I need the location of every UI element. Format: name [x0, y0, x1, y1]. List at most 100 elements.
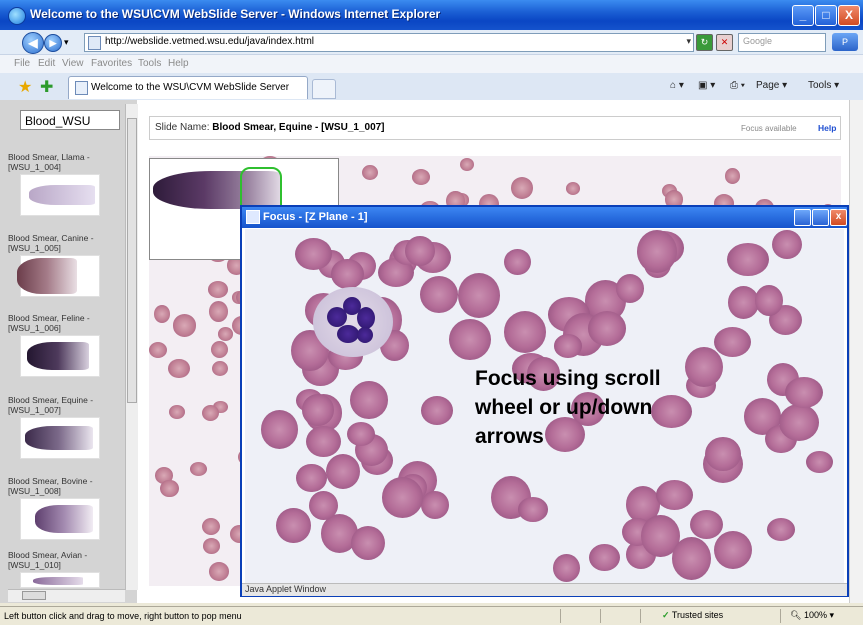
slide-thumbnail[interactable] — [17, 255, 100, 297]
feeds-icon[interactable]: ▣ ▾ — [698, 80, 715, 91]
red-blood-cell — [201, 404, 220, 422]
red-blood-cell — [767, 518, 795, 542]
tab-bar: ★ ✚ Welcome to the WSU\CVM WebSlide Serv… — [0, 73, 863, 101]
red-blood-cell — [306, 425, 342, 458]
search-input[interactable]: Google — [738, 33, 826, 52]
focus-close-button[interactable]: x — [830, 209, 847, 226]
red-blood-cell — [404, 235, 435, 267]
list-item[interactable]: Blood Smear, Canine - [WSU_1_005] — [8, 233, 118, 297]
focus-window-titlebar[interactable]: Focus - [Z Plane - 1] x — [242, 207, 847, 228]
red-blood-cell — [189, 462, 208, 477]
slide-list-scrollbar[interactable] — [125, 104, 138, 590]
focus-minimize-button[interactable] — [794, 209, 811, 226]
red-blood-cell — [218, 327, 234, 341]
zoom-control[interactable]: 🔍︎ 100% ▾ — [790, 610, 834, 621]
red-blood-cell — [361, 164, 378, 181]
home-icon[interactable]: ⌂ ▾ — [670, 80, 684, 91]
stop-icon[interactable]: ✕ — [716, 34, 733, 51]
red-blood-cell — [459, 157, 474, 171]
list-item-label: Blood Smear, Feline - [WSU_1_006] — [8, 313, 90, 333]
page-menu[interactable]: Page ▾ — [756, 80, 787, 91]
red-blood-cell — [295, 237, 333, 270]
red-blood-cell — [168, 404, 185, 419]
new-tab-button[interactable] — [312, 79, 336, 99]
print-icon[interactable]: ⎙ ▾ — [730, 80, 745, 91]
title-bar: Welcome to the WSU\CVM WebSlide Server -… — [0, 0, 863, 30]
tab-active[interactable]: Welcome to the WSU\CVM WebSlide Server — [68, 76, 308, 99]
maximize-button[interactable]: □ — [815, 5, 837, 26]
slide-thumbnail[interactable] — [20, 335, 100, 377]
red-blood-cell — [636, 229, 677, 273]
checkmark-icon: ✓ — [662, 610, 670, 620]
red-blood-cell — [690, 509, 723, 539]
window-title: Welcome to the WSU\CVM WebSlide Server -… — [30, 7, 441, 21]
address-url[interactable]: http://webslide.vetmed.wsu.edu/java/inde… — [105, 36, 314, 47]
red-blood-cell — [168, 359, 190, 379]
focus-available-label: Focus available — [741, 124, 797, 133]
favorites-star-icon[interactable]: ★ — [18, 77, 32, 97]
page-icon — [88, 36, 101, 50]
menu-tools[interactable]: Tools — [138, 58, 161, 69]
history-dropdown-icon[interactable]: ▾ — [64, 37, 69, 48]
scrollbar-thumb[interactable] — [22, 591, 46, 600]
red-blood-cell — [806, 450, 833, 474]
menu-edit[interactable]: Edit — [38, 58, 55, 69]
menu-help[interactable]: Help — [168, 58, 189, 69]
ie-logo-icon — [8, 7, 26, 25]
refresh-icon[interactable]: ↻ — [696, 34, 713, 51]
zoom-dropdown-icon[interactable]: ▾ — [830, 610, 835, 620]
slide-thumbnail[interactable] — [20, 417, 100, 459]
slide-list-panel: Blood_WSU Blood Smear, Llama - [WSU_1_00… — [0, 100, 138, 603]
minimize-button[interactable]: _ — [792, 5, 814, 26]
focus-image[interactable]: Focus using scroll wheel or up/down arro… — [245, 229, 844, 583]
slide-name-bar: Slide Name: Blood Smear, Equine - [WSU_1… — [149, 116, 841, 140]
close-button[interactable]: X — [838, 5, 860, 26]
slide-thumbnail[interactable] — [20, 572, 100, 588]
menu-favorites[interactable]: Favorites — [91, 58, 132, 69]
red-blood-cell — [727, 242, 769, 276]
slide-name: Slide Name: Blood Smear, Equine - [WSU_1… — [155, 122, 385, 133]
page-scrollbar[interactable] — [849, 100, 863, 603]
slide-list-hscrollbar[interactable] — [8, 589, 125, 602]
slide-thumbnail[interactable] — [20, 498, 100, 540]
add-favorite-icon[interactable]: ✚ — [40, 77, 53, 97]
red-blood-cell — [518, 497, 549, 522]
list-item[interactable]: Blood Smear, Bovine - [WSU_1_008] — [8, 476, 118, 540]
menu-view[interactable]: View — [62, 58, 84, 69]
security-zone[interactable]: ✓ Trusted sites — [662, 610, 723, 621]
focus-maximize-button[interactable] — [812, 209, 829, 226]
back-button[interactable]: ◀ — [22, 32, 44, 54]
red-blood-cell — [172, 314, 197, 337]
list-item-label: Blood Smear, Llama - [WSU_1_004] — [8, 152, 90, 172]
red-blood-cell — [211, 360, 229, 377]
list-item[interactable]: Blood Smear, Llama - [WSU_1_004] — [8, 152, 118, 216]
help-link[interactable]: Help — [818, 123, 836, 133]
red-blood-cell — [672, 537, 712, 580]
list-item[interactable]: Blood Smear, Avian - [WSU_1_010] — [8, 550, 118, 588]
list-item[interactable]: Blood Smear, Feline - [WSU_1_006] — [8, 313, 118, 377]
focus-window: Focus - [Z Plane - 1] x Focus using scro… — [240, 205, 849, 597]
list-item-label: Blood Smear, Equine - [WSU_1_007] — [8, 395, 94, 415]
red-blood-cell — [326, 453, 361, 489]
zone-label: Trusted sites — [671, 610, 724, 620]
red-blood-cell — [552, 553, 581, 582]
list-item-label: Blood Smear, Avian - [WSU_1_010] — [8, 550, 88, 570]
red-blood-cell — [449, 319, 492, 360]
address-bar[interactable]: http://webslide.vetmed.wsu.edu/java/inde… — [84, 33, 694, 52]
neutrophil-cell — [313, 287, 393, 357]
red-blood-cell — [160, 479, 179, 498]
slide-search-input[interactable]: Blood_WSU — [20, 110, 120, 130]
address-dropdown-icon[interactable]: ▾ — [686, 36, 691, 47]
status-divider — [780, 609, 781, 623]
red-blood-cell — [421, 396, 453, 426]
list-item[interactable]: Blood Smear, Equine - [WSU_1_007] — [8, 395, 118, 459]
scrollbar-thumb[interactable] — [127, 118, 137, 403]
menu-file[interactable]: File — [14, 58, 30, 69]
tools-menu[interactable]: Tools ▾ — [808, 80, 839, 91]
search-button[interactable]: P — [832, 33, 858, 51]
slide-thumbnail[interactable] — [20, 174, 100, 216]
forward-button[interactable]: ▶ — [44, 34, 62, 52]
red-blood-cell — [411, 169, 430, 185]
zoom-icon: 🔍︎ — [790, 610, 802, 620]
focus-window-status: Java Applet Window — [242, 583, 847, 596]
